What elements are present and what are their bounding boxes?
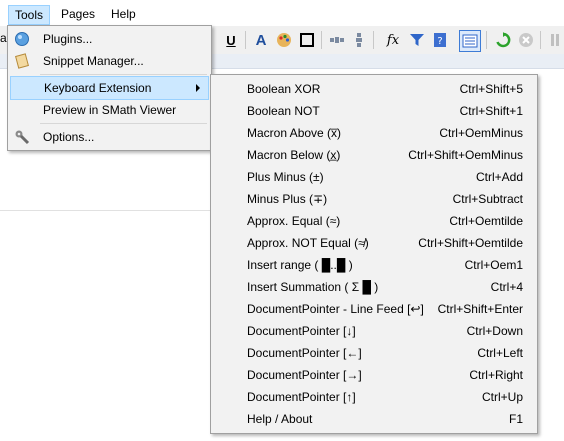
shortcut-text: Ctrl+Oem1 xyxy=(464,258,523,272)
menu-separator xyxy=(40,74,207,75)
submenu-item-plus-minus[interactable]: Plus Minus (±) Ctrl+Add xyxy=(213,166,535,188)
submenu-item-label: Approx. Equal (≈) xyxy=(247,214,341,228)
function-icon[interactable]: fx xyxy=(384,31,402,49)
options-wrench-icon xyxy=(14,129,30,145)
submenu-item-approx-equal[interactable]: Approx. Equal (≈) Ctrl+Oemtilde xyxy=(213,210,535,232)
shortcut-text: Ctrl+OemMinus xyxy=(439,126,523,140)
menu-tools[interactable]: Tools xyxy=(8,5,51,25)
align-vertical-icon[interactable] xyxy=(350,31,368,49)
submenu-item-pointer-up[interactable]: DocumentPointer [↑] Ctrl+Up xyxy=(213,386,535,408)
shortcut-text: Ctrl+Shift+OemMinus xyxy=(408,148,523,162)
submenu-item-label: DocumentPointer [↑] xyxy=(247,390,356,404)
toolbar-separator xyxy=(245,31,246,49)
submenu-item-label: Boolean NOT xyxy=(247,104,320,118)
submenu-arrow-icon xyxy=(196,84,200,92)
submenu-item-line-feed[interactable]: DocumentPointer - Line Feed [↩] Ctrl+Shif… xyxy=(213,298,535,320)
submenu-item-insert-summation[interactable]: Insert Summation ( Σ █ ) Ctrl+4 xyxy=(213,276,535,298)
submenu-item-label: Minus Plus (∓) xyxy=(247,192,328,206)
shortcut-text: Ctrl+Down xyxy=(466,324,523,338)
menu-item-label: Snippet Manager... xyxy=(43,54,144,68)
submenu-item-macron-above[interactable]: Macron Above (x̅) Ctrl+OemMinus xyxy=(213,122,535,144)
menubar: Tools Pages Help xyxy=(0,0,564,26)
plugins-icon xyxy=(14,31,30,47)
tools-dropdown-menu: Plugins... Snippet Manager... Keyboard E… xyxy=(7,25,212,151)
filter-icon[interactable] xyxy=(408,31,426,49)
document-area-line xyxy=(0,210,212,211)
submenu-item-label: Insert range ( █..█ ) xyxy=(247,258,353,272)
menu-item-snippet-manager[interactable]: Snippet Manager... xyxy=(10,50,209,72)
submenu-item-help-about[interactable]: Help / About F1 xyxy=(213,408,535,430)
menu-item-plugins[interactable]: Plugins... xyxy=(10,28,209,50)
shortcut-text: Ctrl+Subtract xyxy=(452,192,523,206)
submenu-item-label: Boolean XOR xyxy=(247,82,321,96)
shortcut-text: Ctrl+Right xyxy=(469,368,523,382)
shortcut-text: Ctrl+Left xyxy=(477,346,523,360)
menu-pages[interactable]: Pages xyxy=(55,5,101,23)
submenu-item-macron-below[interactable]: Macron Below (x̲) Ctrl+Shift+OemMinus xyxy=(213,144,535,166)
shortcut-text: Ctrl+Shift+5 xyxy=(459,82,523,96)
submenu-item-label: DocumentPointer [↓] xyxy=(247,324,356,338)
submenu-item-label: DocumentPointer - Line Feed [↩] xyxy=(247,302,424,316)
submenu-item-label: DocumentPointer [←] xyxy=(247,346,362,360)
pause-icon[interactable] xyxy=(546,31,564,49)
submenu-item-label: Macron Below (x̲) xyxy=(247,148,341,162)
menu-item-label: Plugins... xyxy=(43,32,93,46)
menu-item-label: Options... xyxy=(43,130,95,144)
submenu-item-boolean-not[interactable]: Boolean NOT Ctrl+Shift+1 xyxy=(213,100,535,122)
toolbar-separator xyxy=(540,31,541,49)
menu-help[interactable]: Help xyxy=(105,5,142,23)
border-icon[interactable] xyxy=(298,31,316,49)
submenu-item-approx-not-equal[interactable]: Approx. NOT Equal (≉) Ctrl+Shift+Oemtilde xyxy=(213,232,535,254)
shortcut-text: F1 xyxy=(508,412,523,426)
submenu-item-pointer-right[interactable]: DocumentPointer [→] Ctrl+Right xyxy=(213,364,535,386)
snippet-icon xyxy=(14,53,30,69)
menu-item-keyboard-extension[interactable]: Keyboard Extension xyxy=(10,76,209,100)
menu-item-label: Preview in SMath Viewer xyxy=(43,103,177,117)
toolbar-separator xyxy=(321,31,322,49)
align-horizontal-icon[interactable] xyxy=(328,31,346,49)
submenu-item-label: Insert Summation ( Σ █ ) xyxy=(247,280,379,294)
menu-separator xyxy=(40,123,207,124)
shortcut-text: Ctrl+Shift+Enter xyxy=(437,302,523,316)
shortcut-text: Ctrl+Up xyxy=(481,390,523,404)
keyboard-extension-submenu: Boolean XOR Ctrl+Shift+5 Boolean NOT Ctrl+… xyxy=(210,74,538,434)
shortcut-text: Ctrl+Oemtilde xyxy=(449,214,523,228)
submenu-item-label: Plus Minus (±) xyxy=(247,170,324,184)
submenu-item-label: DocumentPointer [→] xyxy=(247,368,362,382)
submenu-item-label: Approx. NOT Equal (≉) xyxy=(247,236,369,250)
menu-item-label: Keyboard Extension xyxy=(44,81,152,95)
shortcut-text: Ctrl+4 xyxy=(490,280,523,294)
underline-icon[interactable]: U xyxy=(222,31,240,49)
font-color-icon[interactable]: A xyxy=(252,31,270,49)
toolbar-separator xyxy=(373,31,374,49)
shortcut-text: Ctrl+Add xyxy=(475,170,523,184)
submenu-item-pointer-left[interactable]: DocumentPointer [←] Ctrl+Left xyxy=(213,342,535,364)
svg-text:?: ? xyxy=(437,36,442,47)
stop-icon[interactable] xyxy=(517,31,535,49)
submenu-item-minus-plus[interactable]: Minus Plus (∓) Ctrl+Subtract xyxy=(213,188,535,210)
submenu-item-insert-range[interactable]: Insert range ( █..█ ) Ctrl+Oem1 xyxy=(213,254,535,276)
submenu-item-label: Help / About xyxy=(247,412,313,426)
grid-toggle-icon[interactable] xyxy=(459,30,481,52)
palette-icon[interactable] xyxy=(275,31,293,49)
menu-item-options[interactable]: Options... xyxy=(10,126,209,148)
submenu-item-boolean-xor[interactable]: Boolean XOR Ctrl+Shift+5 xyxy=(213,78,535,100)
shortcut-text: Ctrl+Shift+Oemtilde xyxy=(418,236,523,250)
help-book-icon[interactable]: ? xyxy=(431,31,449,49)
refresh-icon[interactable] xyxy=(494,31,512,49)
submenu-item-pointer-down[interactable]: DocumentPointer [↓] Ctrl+Down xyxy=(213,320,535,342)
shortcut-text: Ctrl+Shift+1 xyxy=(459,104,523,118)
toolbar-separator xyxy=(486,31,487,49)
menu-item-preview-smath-viewer[interactable]: Preview in SMath Viewer xyxy=(10,99,209,121)
submenu-item-label: Macron Above (x̅) xyxy=(247,126,342,140)
